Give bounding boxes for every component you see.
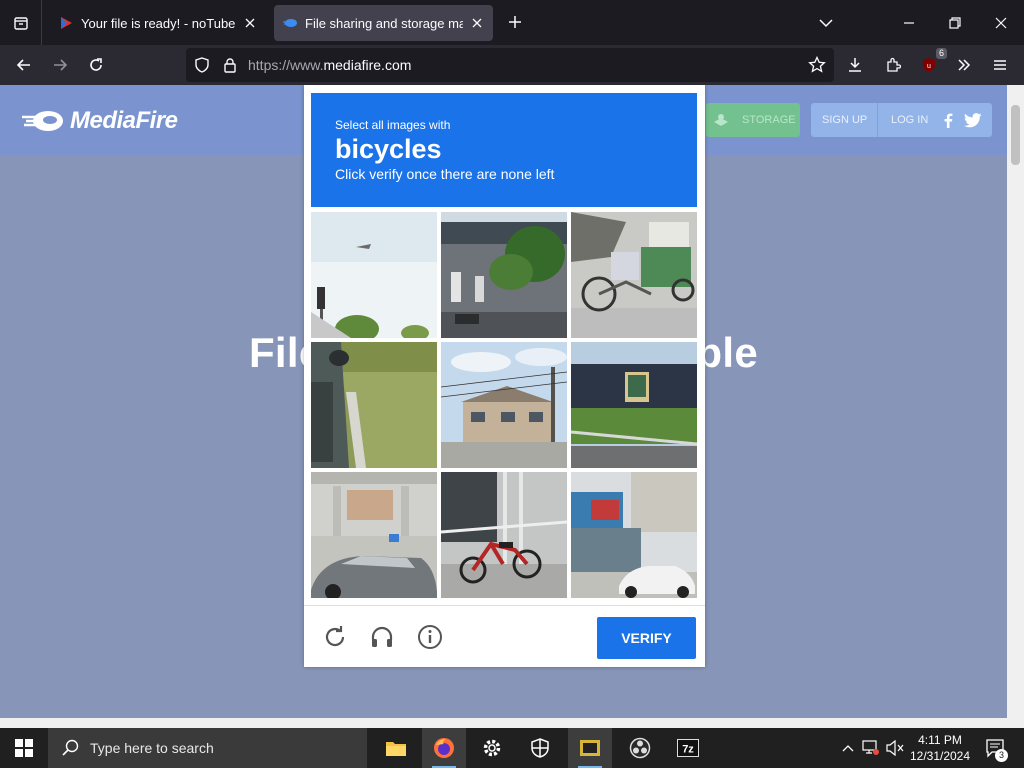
network-icon[interactable] (860, 728, 882, 768)
windows-security-shield-icon[interactable] (518, 728, 562, 768)
log-in-link[interactable]: LOG IN (891, 114, 928, 126)
close-tab-icon[interactable] (242, 15, 258, 31)
media-app-icon[interactable] (568, 728, 612, 768)
show-hidden-icons-chevron-icon[interactable] (838, 728, 858, 768)
bookmark-star-icon[interactable] (808, 56, 826, 74)
tab-mediafire[interactable]: File sharing and storage made si (274, 5, 493, 41)
minimize-icon[interactable] (886, 0, 932, 45)
horizontal-scroll-area (0, 718, 1024, 728)
ublock-origin-icon[interactable]: u6 (917, 48, 947, 77)
captcha-tile-plane-sky[interactable] (311, 212, 437, 338)
svg-text:7z: 7z (682, 744, 694, 756)
captcha-footer: VERIFY (304, 605, 705, 667)
shield-icon[interactable] (194, 57, 210, 73)
lock-icon[interactable] (222, 57, 238, 73)
refresh-icon[interactable] (322, 624, 348, 650)
captcha-tile-bicycle-fence[interactable] (441, 472, 567, 598)
captcha-tile-gas-station[interactable] (441, 212, 567, 338)
tab-title: Your file is ready! - noTube (81, 15, 236, 31)
storage-label: STORAGE (742, 114, 796, 126)
captcha-image-grid (311, 212, 697, 598)
search-icon (62, 739, 79, 756)
taskbar-search-box[interactable]: Type here to search (48, 728, 367, 768)
browser-tab-bar: Your file is ready! - noTube File sharin… (0, 0, 1024, 45)
windows-taskbar: Type here to search 7z 4:11 PM 12/31/202… (0, 728, 1024, 768)
hamburger-menu-icon[interactable] (988, 53, 1012, 77)
twitter-icon[interactable] (964, 113, 982, 128)
windows-start-icon[interactable] (0, 728, 48, 768)
mediafire-logo[interactable]: MediaFire (22, 107, 178, 135)
firefox-icon[interactable] (422, 728, 466, 768)
mediafire-favicon-icon (283, 19, 297, 27)
restore-icon[interactable] (932, 0, 978, 45)
verify-button[interactable]: VERIFY (597, 617, 696, 659)
storage-icon (714, 114, 728, 126)
reload-icon[interactable] (84, 53, 108, 77)
firefox-view-icon[interactable] (0, 0, 42, 45)
facebook-icon[interactable] (943, 113, 953, 128)
logo-text: MediaFire (70, 107, 178, 134)
clock-time: 4:11 PM (918, 733, 962, 747)
audio-challenge-headphones-icon[interactable] (369, 624, 395, 650)
storage-button[interactable]: STORAGE (706, 103, 800, 137)
back-arrow-icon[interactable] (12, 53, 36, 77)
list-all-tabs-icon[interactable] (815, 12, 837, 34)
new-tab-icon[interactable] (504, 11, 526, 33)
scrollbar-thumb[interactable] (1011, 105, 1020, 165)
captcha-challenge: Select all images with bicycles Click ve… (304, 85, 705, 667)
captcha-tile-car-mirror-grass[interactable] (311, 342, 437, 468)
url-scheme: https://www. (248, 57, 324, 73)
mediafire-logo-icon (22, 111, 63, 131)
sign-up-link[interactable]: SIGN UP (822, 114, 867, 126)
browser-nav-bar: https://www.mediafire.com u6 (0, 45, 1024, 85)
url-text: https://www.mediafire.com (248, 57, 411, 73)
forward-arrow-icon[interactable] (48, 53, 72, 77)
extension-badge: 6 (935, 48, 947, 59)
clock-date: 12/31/2024 (909, 749, 971, 763)
downloads-icon[interactable] (843, 53, 867, 77)
address-bar[interactable]: https://www.mediafire.com (186, 48, 834, 82)
obs-studio-icon[interactable] (618, 728, 662, 768)
screen: Your file is ready! - noTube File sharin… (0, 0, 1024, 768)
more-tools-chevrons-icon[interactable] (952, 53, 976, 77)
captcha-tile-building-billboard[interactable] (571, 342, 697, 468)
page-scrollbar[interactable] (1007, 85, 1024, 718)
page-viewport: MediaFire STORAGE SIGN UP LOG IN File st… (0, 85, 1007, 718)
info-icon[interactable] (417, 624, 443, 650)
captcha-header: Select all images with bicycles Click ve… (311, 93, 697, 207)
captcha-tile-houses-power-lines[interactable] (441, 342, 567, 468)
notification-center-icon[interactable]: 3 (982, 728, 1008, 768)
close-tab-icon[interactable] (469, 15, 485, 31)
captcha-instruction: Select all images with (335, 118, 451, 132)
captcha-target: bicycles (335, 134, 442, 164)
search-placeholder: Type here to search (90, 740, 214, 756)
url-domain: mediafire.com (323, 57, 412, 73)
divider (877, 103, 878, 137)
close-window-icon[interactable] (978, 0, 1024, 45)
settings-gear-icon[interactable] (470, 728, 514, 768)
captcha-tile-parking-car[interactable] (311, 472, 437, 598)
account-bar: SIGN UP LOG IN (811, 103, 992, 137)
7zip-icon[interactable]: 7z (666, 728, 710, 768)
tab-notube[interactable]: Your file is ready! - noTube (50, 5, 266, 41)
captcha-tile-storefront-car[interactable] (571, 472, 697, 598)
system-clock[interactable]: 4:11 PM 12/31/2024 (903, 732, 977, 764)
file-explorer-icon[interactable] (374, 728, 418, 768)
tab-title: File sharing and storage made si (305, 15, 463, 31)
captcha-sub-instruction: Click verify once there are none left (335, 166, 555, 182)
svg-text:u: u (927, 63, 931, 70)
notube-favicon-icon (61, 17, 72, 29)
captcha-tile-cart-bicycle[interactable] (571, 212, 697, 338)
notification-count: 3 (995, 749, 1008, 762)
extensions-puzzle-icon[interactable] (881, 53, 905, 77)
